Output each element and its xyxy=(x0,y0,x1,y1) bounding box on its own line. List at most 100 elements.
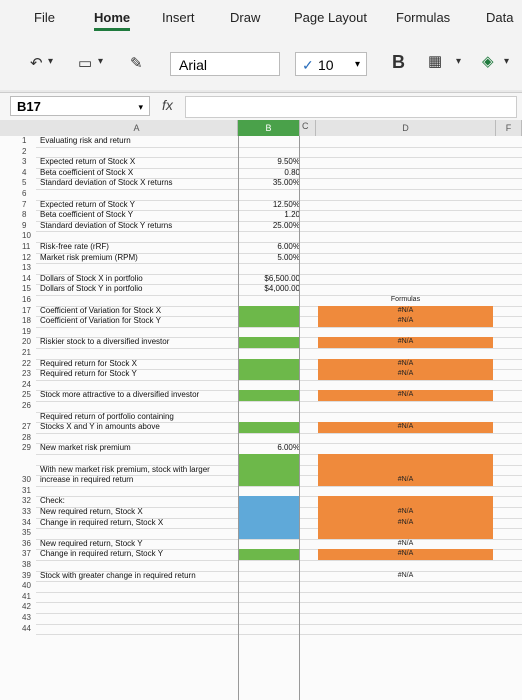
row-number[interactable]: 11 xyxy=(22,242,36,253)
fx-icon[interactable]: fx xyxy=(162,97,173,113)
row-number[interactable]: 15 xyxy=(22,284,36,295)
tab-formulas[interactable]: Formulas xyxy=(396,10,450,25)
font-size-select[interactable]: ✓ 10 ▾ xyxy=(295,52,367,76)
cell-a-label[interactable]: Coefficient of Variation for Stock X xyxy=(40,306,161,317)
cell-a-label[interactable]: New required return, Stock X xyxy=(40,507,143,518)
cell-d-value[interactable]: #N/A xyxy=(318,306,493,317)
cell-d-value[interactable]: Formulas xyxy=(318,295,493,306)
row-number[interactable]: 24 xyxy=(22,380,36,391)
tab-file[interactable]: File xyxy=(34,10,55,25)
row-number[interactable]: 27 xyxy=(22,422,36,433)
cell-d-value[interactable]: #N/A xyxy=(318,369,493,380)
cell-a-label[interactable]: Standard deviation of Stock X returns xyxy=(40,178,173,189)
cell-a-label[interactable]: Standard deviation of Stock Y returns xyxy=(40,221,172,232)
row-number[interactable]: 41 xyxy=(22,592,36,603)
chevron-down-icon[interactable]: ▾ xyxy=(48,56,53,67)
row-number[interactable]: 19 xyxy=(22,327,36,338)
borders-icon[interactable]: ▦ xyxy=(428,52,442,70)
cell-d-value[interactable]: #N/A xyxy=(318,475,493,486)
row-number[interactable]: 4 xyxy=(22,168,36,179)
row-number[interactable]: 40 xyxy=(22,581,36,592)
row-number[interactable]: 18 xyxy=(22,316,36,327)
tab-insert[interactable]: Insert xyxy=(162,10,195,25)
font-name-select[interactable]: Arial xyxy=(170,52,280,76)
row-number[interactable]: 3 xyxy=(22,157,36,168)
cell-a-label[interactable]: Required return of portfolio containing xyxy=(40,412,174,423)
cell-a-label[interactable]: Evaluating risk and return xyxy=(40,136,131,147)
tab-page-layout[interactable]: Page Layout xyxy=(294,10,367,25)
row-number[interactable]: 14 xyxy=(22,274,36,285)
row-number[interactable]: 2 xyxy=(22,147,36,158)
row-number[interactable]: 16 xyxy=(22,295,36,306)
bold-button[interactable]: B xyxy=(392,52,405,73)
cell-a-label[interactable]: Risk-free rate (rRF) xyxy=(40,242,109,253)
cell-d-value[interactable]: #N/A xyxy=(318,518,493,529)
cell-d-value[interactable]: #N/A xyxy=(318,316,493,327)
cell-d-value[interactable]: #N/A xyxy=(318,390,493,401)
row-number[interactable]: 6 xyxy=(22,189,36,200)
row-number[interactable]: 35 xyxy=(22,528,36,539)
cell-a-label[interactable]: New market risk premium xyxy=(40,443,131,454)
cell-a-label[interactable]: New required return, Stock Y xyxy=(40,539,143,550)
cell-a-label[interactable]: With new market risk premium, stock with… xyxy=(40,465,210,476)
cell-a-label[interactable]: Expected return of Stock X xyxy=(40,157,135,168)
select-all-corner[interactable] xyxy=(0,120,37,136)
formula-cell-d[interactable] xyxy=(318,464,493,476)
undo-icon[interactable]: ↶ xyxy=(30,54,43,72)
cell-d-value[interactable]: #N/A xyxy=(318,539,493,550)
row-number[interactable]: 30 xyxy=(22,475,36,486)
cell-d-value[interactable]: #N/A xyxy=(318,507,493,518)
row-number[interactable]: 5 xyxy=(22,178,36,189)
row-number[interactable]: 26 xyxy=(22,401,36,412)
cell-a-label[interactable]: Stocks X and Y in amounts above xyxy=(40,422,160,433)
fill-color-icon[interactable]: ◈ xyxy=(482,52,494,70)
row-number[interactable]: 7 xyxy=(22,200,36,211)
cell-d-value[interactable]: #N/A xyxy=(318,337,493,348)
row-number[interactable]: 21 xyxy=(22,348,36,359)
cell-d-value[interactable]: #N/A xyxy=(318,571,493,582)
cell-a-label[interactable]: Check: xyxy=(40,496,65,507)
row-number[interactable]: 25 xyxy=(22,390,36,401)
cell-a-label[interactable]: Stock more attractive to a diversified i… xyxy=(40,390,199,401)
column-header-f[interactable]: F xyxy=(496,120,522,136)
column-header-b[interactable]: B xyxy=(238,120,300,136)
row-number[interactable]: 29 xyxy=(22,443,36,454)
paste-icon[interactable]: ▭ xyxy=(78,54,92,72)
cell-a-label[interactable]: Riskier stock to a diversified investor xyxy=(40,337,169,348)
row-number[interactable]: 39 xyxy=(22,571,36,582)
row-number[interactable]: 9 xyxy=(22,221,36,232)
row-number[interactable]: 44 xyxy=(22,624,36,635)
cell-a-label[interactable]: Beta coefficient of Stock X xyxy=(40,168,133,179)
row-number[interactable]: 42 xyxy=(22,602,36,613)
row-number[interactable]: 32 xyxy=(22,496,36,507)
cell-a-label[interactable]: Change in required return, Stock Y xyxy=(40,549,163,560)
column-header-a[interactable]: A xyxy=(36,120,238,136)
chevron-down-icon[interactable]: ▾ xyxy=(98,56,103,67)
cell-d-value[interactable]: #N/A xyxy=(318,359,493,370)
formula-cell-d[interactable] xyxy=(318,454,493,465)
tab-home[interactable]: Home xyxy=(94,10,131,31)
row-number[interactable]: 22 xyxy=(22,359,36,370)
cell-a-label[interactable]: Change in required return, Stock X xyxy=(40,518,163,529)
cell-d-value[interactable]: #N/A xyxy=(318,422,493,433)
column-header-d[interactable]: D xyxy=(316,120,496,136)
cell-a-label[interactable]: Market risk premium (RPM) xyxy=(40,253,138,264)
cell-a-label[interactable]: Dollars of Stock X in portfolio xyxy=(40,274,143,285)
tab-data[interactable]: Data xyxy=(486,10,513,25)
row-number[interactable]: 28 xyxy=(22,433,36,444)
row-number[interactable]: 37 xyxy=(22,549,36,560)
row-number[interactable]: 10 xyxy=(22,231,36,242)
row-number[interactable]: 43 xyxy=(22,613,36,624)
cell-a-label[interactable]: Required return for Stock Y xyxy=(40,369,137,380)
row-number[interactable]: 23 xyxy=(22,369,36,380)
row-number[interactable]: 12 xyxy=(22,253,36,264)
row-number[interactable]: 17 xyxy=(22,306,36,317)
cell-a-label[interactable]: Coefficient of Variation for Stock Y xyxy=(40,316,161,327)
chevron-down-icon[interactable]: ▾ xyxy=(504,56,509,67)
formula-input[interactable] xyxy=(185,96,517,118)
row-number[interactable]: 1 xyxy=(22,136,36,147)
row-number[interactable]: 8 xyxy=(22,210,36,221)
row-number[interactable]: 13 xyxy=(22,263,36,274)
cell-a-label[interactable]: Dollars of Stock Y in portfolio xyxy=(40,284,142,295)
cell-a-label[interactable]: increase in required return xyxy=(40,475,133,486)
